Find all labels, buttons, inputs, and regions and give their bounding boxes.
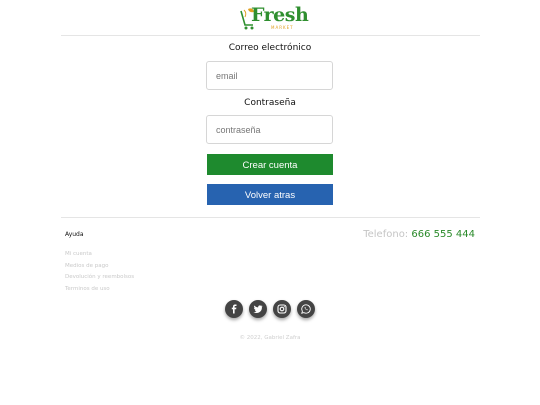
social-links [225, 300, 315, 320]
logo-tagline: MARKET [271, 25, 294, 30]
help-title: Ayuda [65, 231, 84, 238]
header-divider [61, 35, 480, 36]
back-button[interactable]: Volver atras [207, 184, 333, 205]
footer-divider [61, 217, 480, 218]
facebook-icon[interactable] [225, 300, 243, 318]
copyright: © 2022, Gabriel Zafra [239, 335, 301, 341]
whatsapp-icon[interactable] [297, 300, 315, 318]
password-label: Contraseña [244, 98, 296, 108]
phone-label: Telefono: [363, 229, 409, 240]
phone-info: Telefono: 666 555 444 [363, 229, 475, 240]
help-links: Mi cuenta Medios de pago Devolución y re… [65, 249, 134, 295]
logo-word: Fresh [251, 4, 309, 26]
header: Fresh MARKET [0, 0, 540, 36]
link-terms[interactable]: Terminos de uso [65, 284, 134, 296]
link-payment-methods[interactable]: Medios de pago [65, 261, 134, 273]
link-returns[interactable]: Devolución y reembolsos [65, 272, 134, 284]
phone-number: 666 555 444 [411, 229, 475, 240]
password-input[interactable] [206, 115, 333, 144]
instagram-icon[interactable] [273, 300, 291, 318]
twitter-icon[interactable] [249, 300, 267, 318]
email-label: Correo electrónico [228, 43, 312, 53]
create-account-button[interactable]: Crear cuenta [207, 154, 333, 175]
email-input[interactable] [206, 61, 333, 90]
fresh-market-logo[interactable]: Fresh MARKET [239, 4, 309, 32]
link-my-account[interactable]: Mi cuenta [65, 249, 134, 261]
